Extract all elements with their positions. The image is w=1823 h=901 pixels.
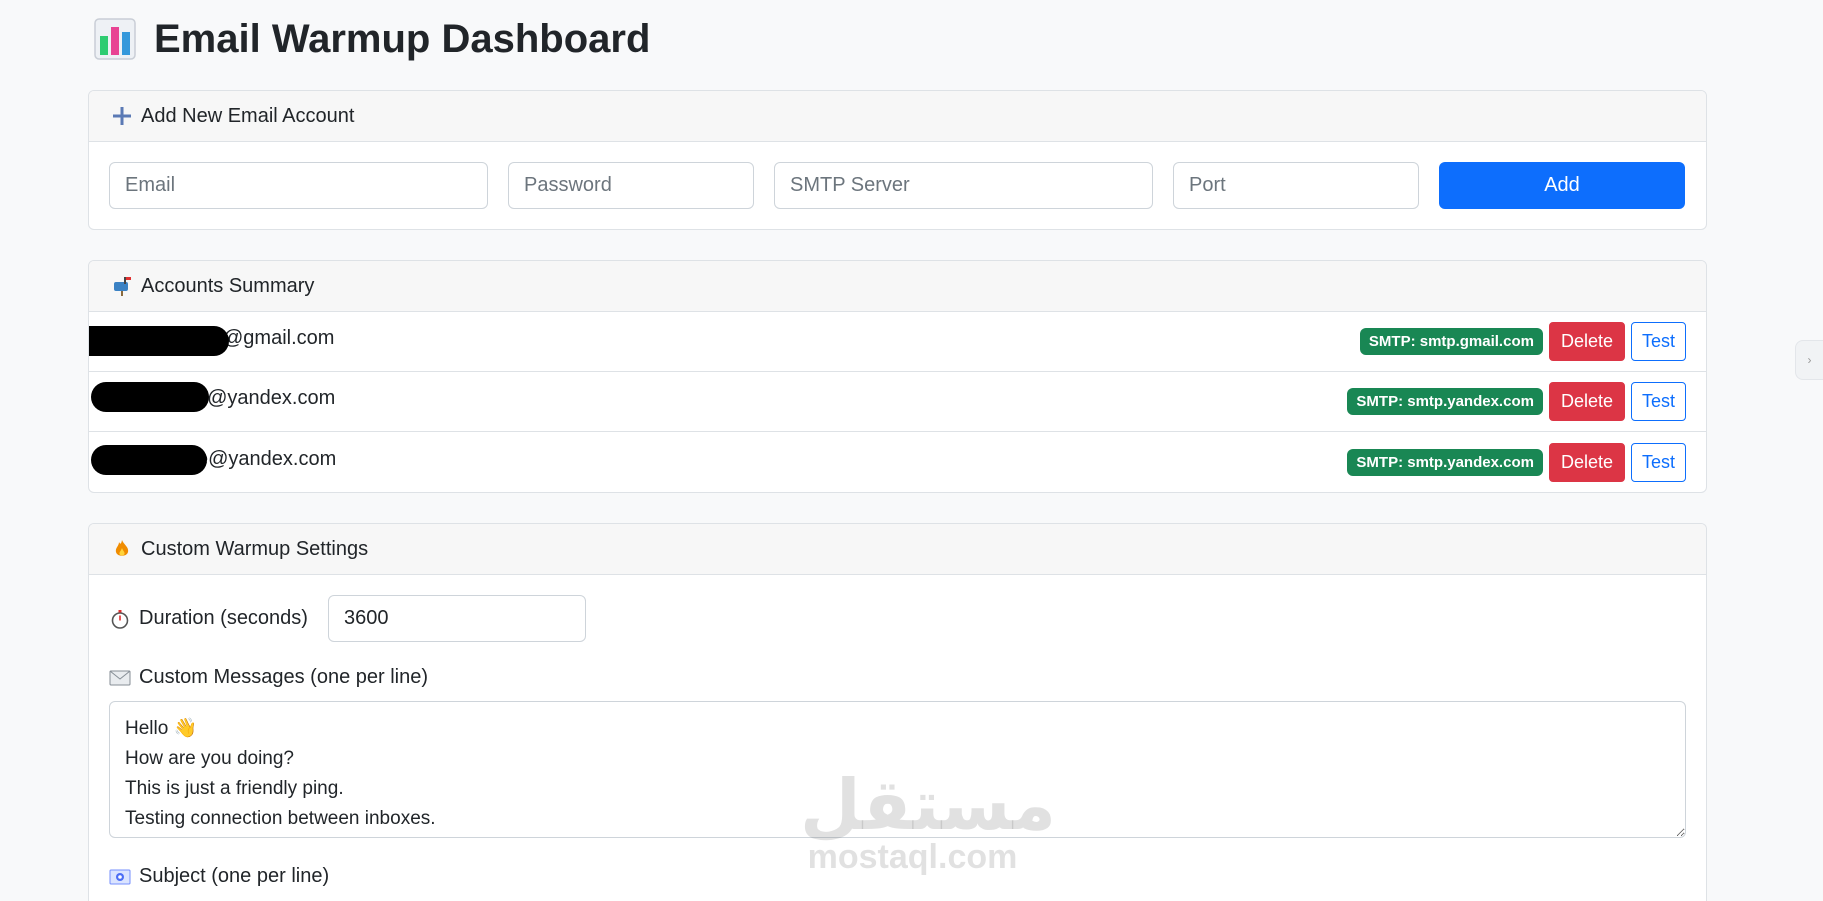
accounts-summary-title: Accounts Summary: [141, 274, 315, 297]
smtp-badge: SMTP: smtp.yandex.com: [1347, 388, 1543, 415]
smtp-server-input[interactable]: [774, 162, 1153, 209]
mailbox-icon: [111, 275, 133, 297]
add-account-title: Add New Email Account: [141, 104, 355, 127]
stopwatch-icon: [109, 608, 131, 630]
page-title: Email Warmup Dashboard: [88, 0, 1707, 78]
delete-button[interactable]: Delete: [1548, 322, 1625, 361]
password-input[interactable]: [508, 162, 754, 209]
account-actions: SMTP: smtp.gmail.com Delete Test: [1359, 322, 1686, 361]
warmup-settings-body: Duration (seconds) Custom Messages (one …: [89, 575, 1706, 888]
test-button[interactable]: Test: [1630, 322, 1686, 361]
account-row: @gmail.com SMTP: smtp.gmail.com Delete T…: [89, 312, 1706, 372]
page-title-text: Email Warmup Dashboard: [154, 16, 651, 61]
subject-label-text: Subject (one per line): [139, 865, 330, 887]
duration-label: Duration (seconds): [109, 607, 308, 630]
duration-label-text: Duration (seconds): [139, 607, 308, 629]
account-actions: SMTP: smtp.yandex.com Delete Test: [1347, 442, 1686, 482]
side-panel-toggle[interactable]: ›: [1795, 340, 1823, 380]
redaction-mark: [91, 382, 209, 412]
envelope-icon: [109, 667, 131, 689]
warmup-settings-title: Custom Warmup Settings: [141, 537, 369, 560]
test-button[interactable]: Test: [1630, 442, 1686, 482]
delete-button[interactable]: Delete: [1548, 442, 1625, 482]
dashboard-container: Email Warmup Dashboard Add New Email Acc…: [88, 0, 1707, 901]
email-input[interactable]: [109, 162, 488, 209]
delete-button[interactable]: Delete: [1548, 382, 1625, 421]
chevron-right-icon: ›: [1807, 353, 1812, 367]
bar-chart-icon: [94, 18, 136, 60]
fire-icon: [111, 538, 133, 560]
add-account-header: Add New Email Account: [89, 91, 1706, 142]
incoming-envelope-icon: [109, 866, 131, 888]
add-button[interactable]: Add: [1439, 162, 1685, 209]
accounts-summary-card: Accounts Summary @gmail.com SMTP: smtp.g…: [88, 260, 1707, 493]
warmup-settings-header: Custom Warmup Settings: [89, 524, 1706, 575]
subject-label: Subject (one per line): [109, 865, 1686, 888]
duration-input[interactable]: [327, 595, 586, 642]
account-row: u@yandex.com SMTP: smtp.yandex.com Delet…: [89, 372, 1706, 432]
port-input[interactable]: [1173, 162, 1419, 209]
accounts-summary-header: Accounts Summary: [89, 261, 1706, 312]
redaction-mark: [91, 445, 207, 475]
add-account-card: Add New Email Account Add: [88, 90, 1707, 230]
test-button[interactable]: Test: [1630, 382, 1686, 421]
messages-label-text: Custom Messages (one per line): [139, 666, 429, 688]
warmup-settings-card: Custom Warmup Settings Duration (seconds…: [88, 523, 1707, 901]
redaction-mark: [89, 326, 229, 356]
smtp-badge: SMTP: smtp.yandex.com: [1347, 448, 1543, 476]
messages-label: Custom Messages (one per line): [109, 666, 1686, 689]
smtp-badge: SMTP: smtp.gmail.com: [1359, 328, 1543, 355]
plus-icon: [111, 105, 133, 127]
duration-field: Duration (seconds): [109, 595, 1686, 642]
messages-textarea[interactable]: Hello 👋 How are you doing? This is just …: [109, 701, 1686, 838]
add-account-form: Add: [89, 142, 1706, 229]
account-row: e@yandex.com SMTP: smtp.yandex.com Delet…: [89, 432, 1706, 492]
account-actions: SMTP: smtp.yandex.com Delete Test: [1347, 382, 1686, 421]
